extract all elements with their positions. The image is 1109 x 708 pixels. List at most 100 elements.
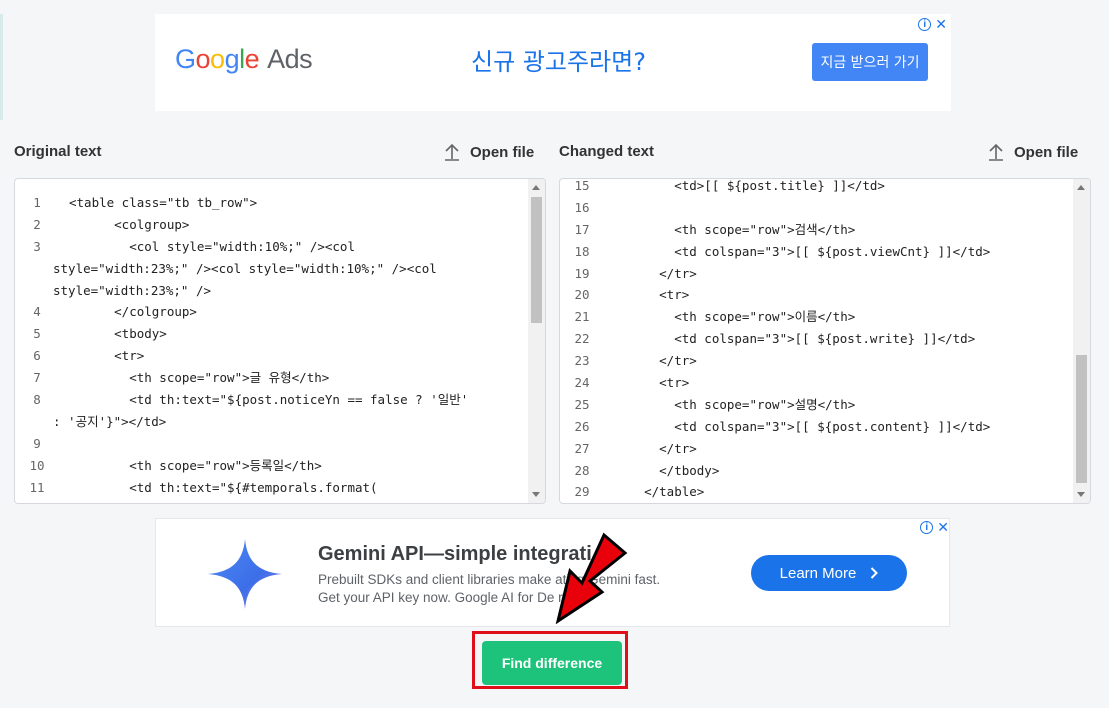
line-number: 3: [33, 238, 41, 254]
line-number: 7: [33, 370, 41, 386]
code-line[interactable]: 3 <col style="width:10%;" /><col: [15, 236, 527, 258]
line-code[interactable]: </colgroup>: [69, 301, 197, 323]
code-line[interactable]: 29 </table>: [560, 481, 1072, 503]
line-code[interactable]: <tr>: [69, 345, 144, 367]
line-number: 2: [33, 216, 41, 232]
open-file-right-button[interactable]: Open file: [988, 143, 1078, 161]
code-line[interactable]: 7 <th scope="row">글 유형</th>: [15, 367, 527, 389]
line-code[interactable]: <tr>: [614, 372, 689, 394]
line-code[interactable]: <th scope="row">등록일</th>: [69, 455, 322, 477]
code-line[interactable]: style="width:23%;" />: [15, 280, 527, 302]
line-code[interactable]: <th scope="row">이름</th>: [614, 306, 855, 328]
changed-scrollbar[interactable]: [1073, 179, 1090, 503]
code-line[interactable]: 15 <td>[[ ${post.title} ]]</td>: [560, 179, 1072, 197]
line-code[interactable]: <th scope="row">설명</th>: [614, 394, 855, 416]
scroll-up-icon[interactable]: [1077, 185, 1085, 190]
line-code[interactable]: <tr>: [614, 284, 689, 306]
line-number: 16: [574, 199, 590, 215]
line-code[interactable]: <table class="tb tb_row">: [69, 192, 257, 214]
code-line[interactable]: 11 <td th:text="${#temporals.format(: [15, 477, 527, 499]
open-file-left-button[interactable]: Open file: [444, 143, 534, 161]
find-difference-button[interactable]: Find difference: [482, 641, 622, 685]
line-code[interactable]: <td th:text="${post.noticeYn == false ? …: [69, 389, 468, 411]
code-line[interactable]: 8 <td th:text="${post.noticeYn == false …: [15, 389, 527, 411]
original-text-title: Original text: [14, 143, 102, 160]
line-code[interactable]: <td colspan="3">[[ ${post.write} ]]</td>: [614, 328, 975, 350]
code-line[interactable]: 6 <tr>: [15, 345, 527, 367]
code-line[interactable]: 24 <tr>: [560, 372, 1072, 394]
code-line[interactable]: 5 <tbody>: [15, 323, 527, 345]
line-code[interactable]: <td colspan="3">[[ ${post.content} ]]</t…: [614, 416, 990, 438]
line-code[interactable]: <td th:text="${#temporals.format(: [69, 477, 377, 499]
code-line[interactable]: 10 <th scope="row">등록일</th>: [15, 455, 527, 477]
original-scrollbar[interactable]: [528, 179, 545, 503]
line-code[interactable]: : '공지'}"></td>: [53, 411, 166, 433]
line-code[interactable]: style="width:23%;" />: [53, 280, 211, 302]
code-line[interactable]: 27 </tr>: [560, 438, 1072, 460]
close-icon[interactable]: ✕: [937, 519, 949, 536]
line-code[interactable]: <th scope="row">검색</th>: [614, 219, 855, 241]
line-code[interactable]: <tbody>: [69, 323, 167, 345]
code-line[interactable]: 9: [15, 433, 527, 455]
code-line[interactable]: 23 </tr>: [560, 350, 1072, 372]
code-line[interactable]: 4 </colgroup>: [15, 301, 527, 323]
line-number: 1: [33, 195, 41, 210]
scroll-up-icon[interactable]: [532, 185, 540, 190]
code-line[interactable]: 2 <colgroup>: [15, 214, 527, 236]
changed-code-lines[interactable]: 15 <td>[[ ${post.title} ]]</td> 16 17 <th …: [560, 179, 1072, 503]
line-number: 17: [574, 221, 590, 237]
scroll-thumb[interactable]: [1076, 355, 1087, 483]
changed-text-title: Changed text: [559, 143, 655, 160]
learn-more-button[interactable]: Learn More: [751, 555, 907, 591]
scroll-down-icon[interactable]: [1077, 492, 1085, 497]
code-line[interactable]: 20 <tr>: [560, 284, 1072, 306]
code-line[interactable]: 25 <th scope="row">설명</th>: [560, 394, 1072, 416]
code-line[interactable]: 28 </tbody>: [560, 460, 1072, 482]
original-code-lines[interactable]: 1 <table class="tb tb_row"> 2 <colgroup> 3 …: [15, 192, 527, 498]
ad-headline: 신규 광고주라면?: [471, 48, 646, 76]
scroll-thumb[interactable]: [531, 197, 542, 323]
line-code[interactable]: style="width:23%;" /><col style="width:1…: [53, 258, 437, 280]
code-line[interactable]: 26 <td colspan="3">[[ ${post.content} ]]…: [560, 416, 1072, 438]
ad-choices[interactable]: i ✕: [918, 16, 947, 33]
code-line[interactable]: 22 <td colspan="3">[[ ${post.write} ]]</…: [560, 328, 1072, 350]
line-code[interactable]: </table>: [614, 481, 704, 503]
line-code[interactable]: <td colspan="3">[[ ${post.viewCnt} ]]</t…: [614, 241, 990, 263]
code-line[interactable]: 1 <table class="tb tb_row">: [15, 192, 527, 214]
line-number: 18: [574, 243, 590, 259]
code-line[interactable]: 16: [560, 197, 1072, 219]
line-number: 27: [574, 440, 590, 456]
code-line[interactable]: 18 <td colspan="3">[[ ${post.viewCnt} ]]…: [560, 241, 1072, 263]
code-line[interactable]: 21 <th scope="row">이름</th>: [560, 306, 1072, 328]
info-icon[interactable]: i: [920, 521, 934, 534]
line-number: 11: [29, 479, 45, 495]
ad-cta-button[interactable]: 지금 받으러 가기: [812, 43, 928, 81]
scroll-down-icon[interactable]: [532, 492, 540, 497]
code-line[interactable]: 19 </tr>: [560, 263, 1072, 285]
changed-text-editor[interactable]: 15 <td>[[ ${post.title} ]]</td> 16 17 <th …: [559, 178, 1091, 504]
info-icon[interactable]: i: [918, 18, 932, 31]
line-number: 9: [33, 435, 41, 451]
line-number: 6: [33, 348, 41, 364]
line-code[interactable]: </tr>: [614, 263, 697, 285]
gemini-sparkle-icon: [208, 539, 282, 609]
code-line[interactable]: 17 <th scope="row">검색</th>: [560, 219, 1072, 241]
line-code[interactable]: </tr>: [614, 350, 697, 372]
line-number: 20: [574, 287, 590, 303]
top-ad-banner[interactable]: Google Ads 신규 광고주라면? 지금 받으러 가기 i ✕: [155, 14, 951, 111]
line-code[interactable]: <colgroup>: [69, 214, 189, 236]
original-text-editor[interactable]: 1 <table class="tb tb_row"> 2 <colgroup> 3 …: [14, 178, 546, 504]
code-line[interactable]: : '공지'}"></td>: [15, 411, 527, 433]
line-code[interactable]: </tr>: [614, 438, 697, 460]
line-code[interactable]: </tbody>: [614, 460, 719, 482]
line-code[interactable]: <th scope="row">글 유형</th>: [69, 367, 329, 389]
code-line[interactable]: style="width:23%;" /><col style="width:1…: [15, 258, 527, 280]
close-icon[interactable]: ✕: [935, 16, 947, 33]
line-code[interactable]: <col style="width:10%;" /><col: [69, 236, 355, 258]
line-number: 28: [574, 462, 590, 478]
ad-choices[interactable]: i ✕: [920, 519, 949, 536]
line-number: 8: [33, 392, 41, 408]
line-code[interactable]: <td>[[ ${post.title} ]]</td>: [614, 179, 885, 197]
line-number: 22: [574, 331, 590, 347]
line-number: 25: [574, 396, 590, 412]
